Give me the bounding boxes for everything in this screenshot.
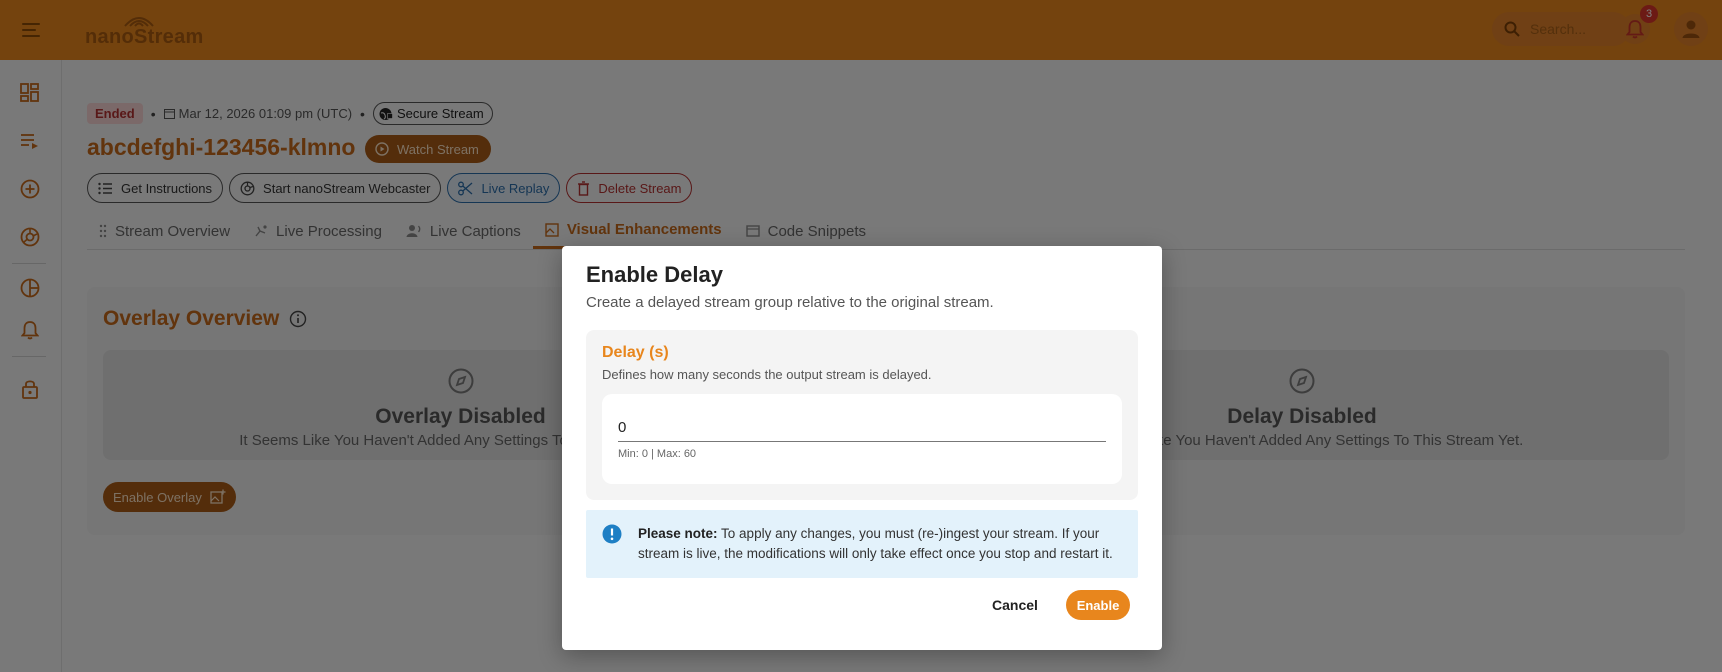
dialog-description: Create a delayed stream group relative t… [586, 294, 994, 311]
enable-button[interactable]: Enable [1066, 590, 1130, 620]
note-bold: Please note: [638, 526, 718, 541]
dialog-title: Enable Delay [586, 262, 723, 287]
info-note: Please note: To apply any changes, you m… [586, 510, 1138, 578]
delay-field-description: Defines how many seconds the output stre… [602, 367, 932, 382]
cancel-button[interactable]: Cancel [986, 590, 1044, 620]
alert-info-icon [602, 524, 622, 544]
delay-helper-text: Min: 0 | Max: 60 [618, 448, 697, 460]
delay-field-label: Delay (s) [602, 344, 669, 361]
note-text: Please note: To apply any changes, you m… [638, 524, 1118, 564]
enable-delay-dialog: Enable Delay Create a delayed stream gro… [562, 246, 1162, 650]
delay-field-section: Delay (s) Defines how many seconds the o… [586, 330, 1138, 500]
delay-input-card: Min: 0 | Max: 60 [602, 394, 1122, 484]
delay-input[interactable] [618, 414, 1106, 442]
